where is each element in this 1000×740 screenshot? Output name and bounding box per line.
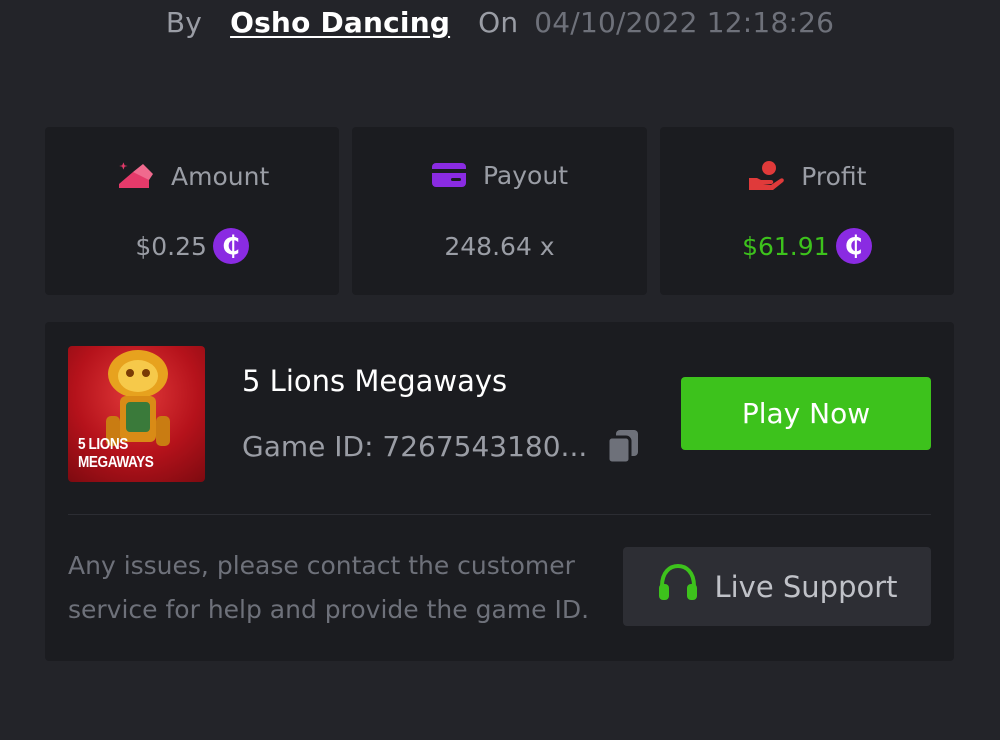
card-icon bbox=[431, 160, 467, 190]
game-name[interactable]: 5 Lions Megaways bbox=[242, 364, 507, 398]
bet-amount-icon bbox=[115, 160, 155, 192]
divider bbox=[68, 514, 931, 515]
bet-date: 04/10/2022 12:18:26 bbox=[534, 5, 835, 39]
thumbnail-title: 5 LIONS MEGAWAYS bbox=[78, 436, 154, 472]
live-support-label: Live Support bbox=[714, 569, 898, 604]
on-label: On bbox=[478, 5, 519, 39]
by-label: By bbox=[165, 5, 203, 39]
profit-value: $61.91 bbox=[742, 231, 830, 261]
copy-icon[interactable] bbox=[603, 426, 643, 466]
hand-coin-icon bbox=[747, 160, 785, 192]
game-thumbnail[interactable]: 5 LIONS MEGAWAYS bbox=[68, 346, 205, 482]
profit-card: Profit $61.91 ₵ bbox=[659, 127, 954, 295]
thumbnail-title-line1: 5 LIONS bbox=[78, 436, 128, 453]
game-id-row: Game ID: 7267543180... bbox=[242, 426, 643, 466]
payout-value: 248.64 x bbox=[444, 231, 555, 261]
payout-header: Payout bbox=[352, 160, 646, 190]
live-support-button[interactable]: Live Support bbox=[623, 547, 931, 626]
profit-value-row: $61.91 ₵ bbox=[660, 228, 954, 264]
profit-header: Profit bbox=[660, 160, 954, 192]
thumbnail-title-line2: MEGAWAYS bbox=[78, 454, 154, 471]
payout-card: Payout 248.64 x bbox=[352, 127, 647, 295]
bet-stats: Amount $0.25 ₵ Payout 248.64 x Profit $6… bbox=[45, 127, 954, 295]
amount-header: Amount bbox=[45, 160, 339, 192]
amount-value-row: $0.25 ₵ bbox=[45, 228, 339, 264]
game-id-text: Game ID: 7267543180... bbox=[242, 429, 588, 463]
headset-icon bbox=[656, 562, 700, 611]
coin-icon: ₵ bbox=[835, 228, 872, 264]
payout-value-row: 248.64 x bbox=[352, 228, 646, 264]
play-now-button[interactable]: Play Now bbox=[681, 377, 931, 450]
profit-label: Profit bbox=[801, 161, 867, 191]
amount-card: Amount $0.25 ₵ bbox=[45, 127, 340, 295]
coin-icon: ₵ bbox=[212, 228, 249, 264]
user-name-link[interactable]: Osho Dancing bbox=[230, 6, 450, 39]
amount-value: $0.25 bbox=[135, 231, 207, 261]
game-card: 5 LIONS MEGAWAYS 5 Lions Megaways Game I… bbox=[45, 322, 954, 661]
bet-byline: By Osho Dancing On 04/10/2022 12:18:26 bbox=[0, 0, 1000, 44]
payout-label: Payout bbox=[482, 160, 568, 190]
amount-label: Amount bbox=[171, 161, 270, 191]
support-notice: Any issues, please contact the customer … bbox=[68, 551, 590, 624]
